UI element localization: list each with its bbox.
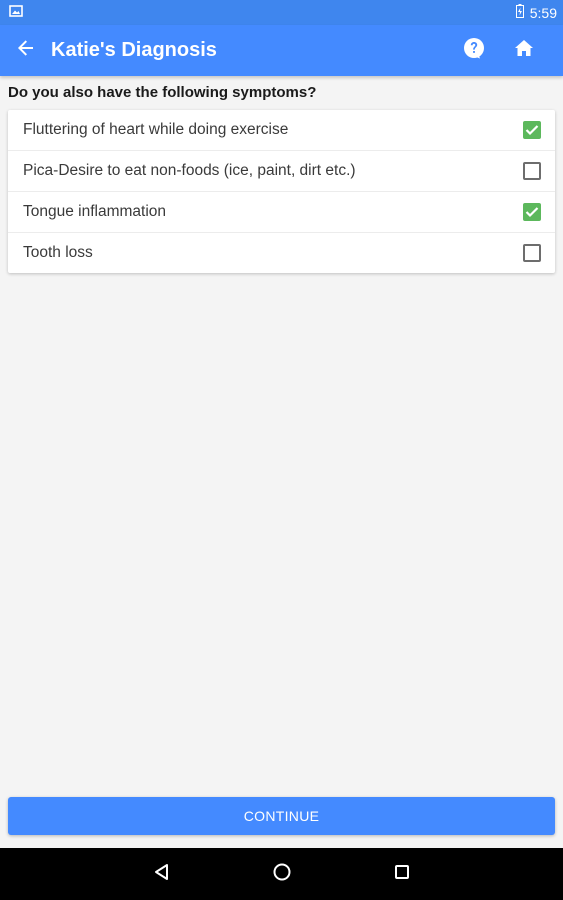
- nav-recents-icon: [394, 864, 410, 885]
- symptom-label: Tooth loss: [23, 244, 93, 261]
- app-bar: Katie's Diagnosis: [0, 25, 563, 76]
- checkbox-unchecked[interactable]: [523, 244, 541, 262]
- nav-recents-button[interactable]: [342, 848, 462, 900]
- system-nav-bar: [0, 848, 563, 900]
- image-icon: [9, 4, 23, 22]
- page-title: Katie's Diagnosis: [51, 39, 217, 61]
- help-button[interactable]: [449, 25, 499, 76]
- symptom-row[interactable]: Tooth loss: [8, 233, 555, 273]
- home-icon: [514, 39, 534, 62]
- symptom-label: Tongue inflammation: [23, 203, 167, 220]
- help-icon: [463, 37, 485, 64]
- checkbox-checked[interactable]: [523, 121, 541, 139]
- symptom-row[interactable]: Tongue inflammation: [8, 192, 555, 233]
- symptom-label: Fluttering of heart while doing exercise: [23, 121, 289, 138]
- nav-back-icon: [153, 863, 171, 886]
- battery-icon: [515, 4, 524, 21]
- question-heading: Do you also have the following symptoms?: [8, 84, 317, 101]
- checkbox-checked[interactable]: [523, 203, 541, 221]
- home-button[interactable]: [499, 25, 549, 76]
- symptom-list: Fluttering of heart while doing exercise…: [8, 110, 555, 273]
- clock: 5:59: [529, 4, 557, 21]
- arrow-back-icon: [17, 39, 35, 62]
- check-icon: [525, 207, 539, 218]
- status-bar: 5:59: [0, 0, 563, 25]
- continue-button[interactable]: CONTINUE: [8, 797, 555, 835]
- symptom-label: Pica-Desire to eat non-foods (ice, paint…: [23, 162, 356, 179]
- symptom-row[interactable]: Fluttering of heart while doing exercise: [8, 110, 555, 151]
- symptom-row[interactable]: Pica-Desire to eat non-foods (ice, paint…: [8, 151, 555, 192]
- checkbox-unchecked[interactable]: [523, 162, 541, 180]
- nav-back-button[interactable]: [102, 848, 222, 900]
- check-icon: [525, 125, 539, 136]
- nav-home-icon: [272, 862, 292, 887]
- back-button[interactable]: [0, 25, 52, 76]
- nav-home-button[interactable]: [222, 848, 342, 900]
